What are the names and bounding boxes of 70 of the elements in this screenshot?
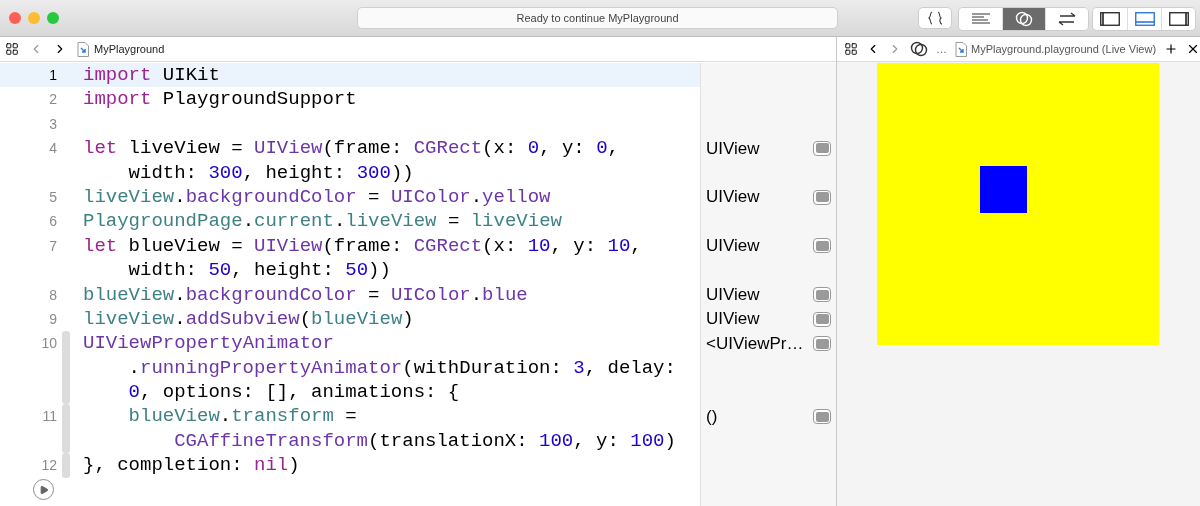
line-number: 7 xyxy=(49,236,57,256)
quick-look-button[interactable] xyxy=(813,189,831,205)
code-line: blueView.backgroundColor = UIColor.blue xyxy=(83,282,528,307)
path-ellipsis[interactable]: … xyxy=(936,40,947,58)
quick-look-button[interactable] xyxy=(813,140,831,156)
result-value: UIView xyxy=(706,186,760,209)
code-line: }, completion: nil) xyxy=(83,453,300,478)
code-line: UIViewPropertyAnimator xyxy=(83,331,335,356)
code-line: PlaygroundPage.current.liveView = liveView xyxy=(83,209,562,234)
code-line: width: 50, height: 50)) xyxy=(127,258,392,283)
add-icon[interactable] xyxy=(1164,42,1179,56)
quick-look-button[interactable] xyxy=(813,336,831,351)
panel-toggle-button[interactable] xyxy=(1127,8,1161,30)
file-icon xyxy=(77,41,89,57)
code-line: .runningPropertyAnimator(withDuration: 3, delay: xyxy=(127,355,676,381)
line-number: 2 xyxy=(49,90,57,110)
close-button[interactable] xyxy=(9,12,21,24)
line-number: 12 xyxy=(41,456,57,476)
editor-mode-button[interactable] xyxy=(959,8,1002,30)
quick-look-button[interactable] xyxy=(813,287,831,303)
quick-look-button[interactable] xyxy=(813,238,831,254)
result-value: UIView xyxy=(706,284,760,306)
line-number: 10 xyxy=(41,334,57,354)
panel-icon xyxy=(1134,12,1155,26)
code-line: 0, options: [], animations: { xyxy=(127,380,461,405)
code-line: let blueView = UIView(frame: CGRect(x: 10, y: 10, xyxy=(83,233,642,259)
code-line: liveView.backgroundColor = UIColor.yellow xyxy=(83,184,551,210)
panel-toggle-button[interactable] xyxy=(1093,8,1127,30)
line-number: 9 xyxy=(49,309,57,329)
line-number: 1 xyxy=(49,66,57,85)
result-value: UIView xyxy=(706,235,760,258)
rings-icon xyxy=(1015,11,1033,27)
line-number: 3 xyxy=(49,114,57,134)
status-field: Ready to continue MyPlayground xyxy=(357,7,838,29)
line-number: 8 xyxy=(49,285,57,305)
code-line: let liveView = UIView(frame: CGRect(x: 0, y: 0, xyxy=(83,136,619,161)
close-icon[interactable] xyxy=(1186,42,1200,56)
line-number: 6 xyxy=(49,212,57,232)
file-name[interactable]: MyPlayground.playground (Live View) xyxy=(971,40,1157,58)
code-line: blueView.transform = xyxy=(128,404,358,429)
panel-icon xyxy=(1100,12,1120,26)
result-value: UIView xyxy=(706,308,760,331)
panel-toggle-button[interactable] xyxy=(1161,8,1195,30)
code-line: import UIKit xyxy=(83,63,220,88)
arrows-icon xyxy=(1057,12,1077,26)
code-line: width: 300, height: 300)) xyxy=(127,160,415,185)
editor-mode-button[interactable] xyxy=(1002,8,1045,30)
code-line: import PlaygroundSupport xyxy=(83,87,357,112)
editor-mode-button[interactable] xyxy=(1045,8,1088,30)
line-number: 4 xyxy=(49,139,57,159)
file-icon xyxy=(955,41,967,57)
grid-icon[interactable] xyxy=(5,42,19,56)
library-button[interactable] xyxy=(918,7,952,29)
line-number: 11 xyxy=(42,407,57,427)
file-name[interactable]: MyPlayground xyxy=(94,40,165,58)
line-number: 5 xyxy=(49,187,57,207)
play-icon xyxy=(39,484,49,495)
zoom-button[interactable] xyxy=(47,12,59,24)
quick-look-button[interactable] xyxy=(813,409,831,425)
lines-icon xyxy=(971,13,990,25)
code-line: CGAffineTransform(translationX: 100, y: 100) xyxy=(173,428,676,454)
braces-icon xyxy=(928,11,942,25)
panel-icon xyxy=(1168,12,1189,26)
code-line: liveView.addSubview(blueView) xyxy=(83,306,414,332)
result-value: UIView xyxy=(706,137,760,160)
rings-icon xyxy=(910,41,928,57)
result-value: () xyxy=(706,405,718,428)
grid-icon[interactable] xyxy=(844,42,858,56)
quick-look-button[interactable] xyxy=(813,311,831,327)
result-value: <UIViewPr… xyxy=(706,332,804,355)
